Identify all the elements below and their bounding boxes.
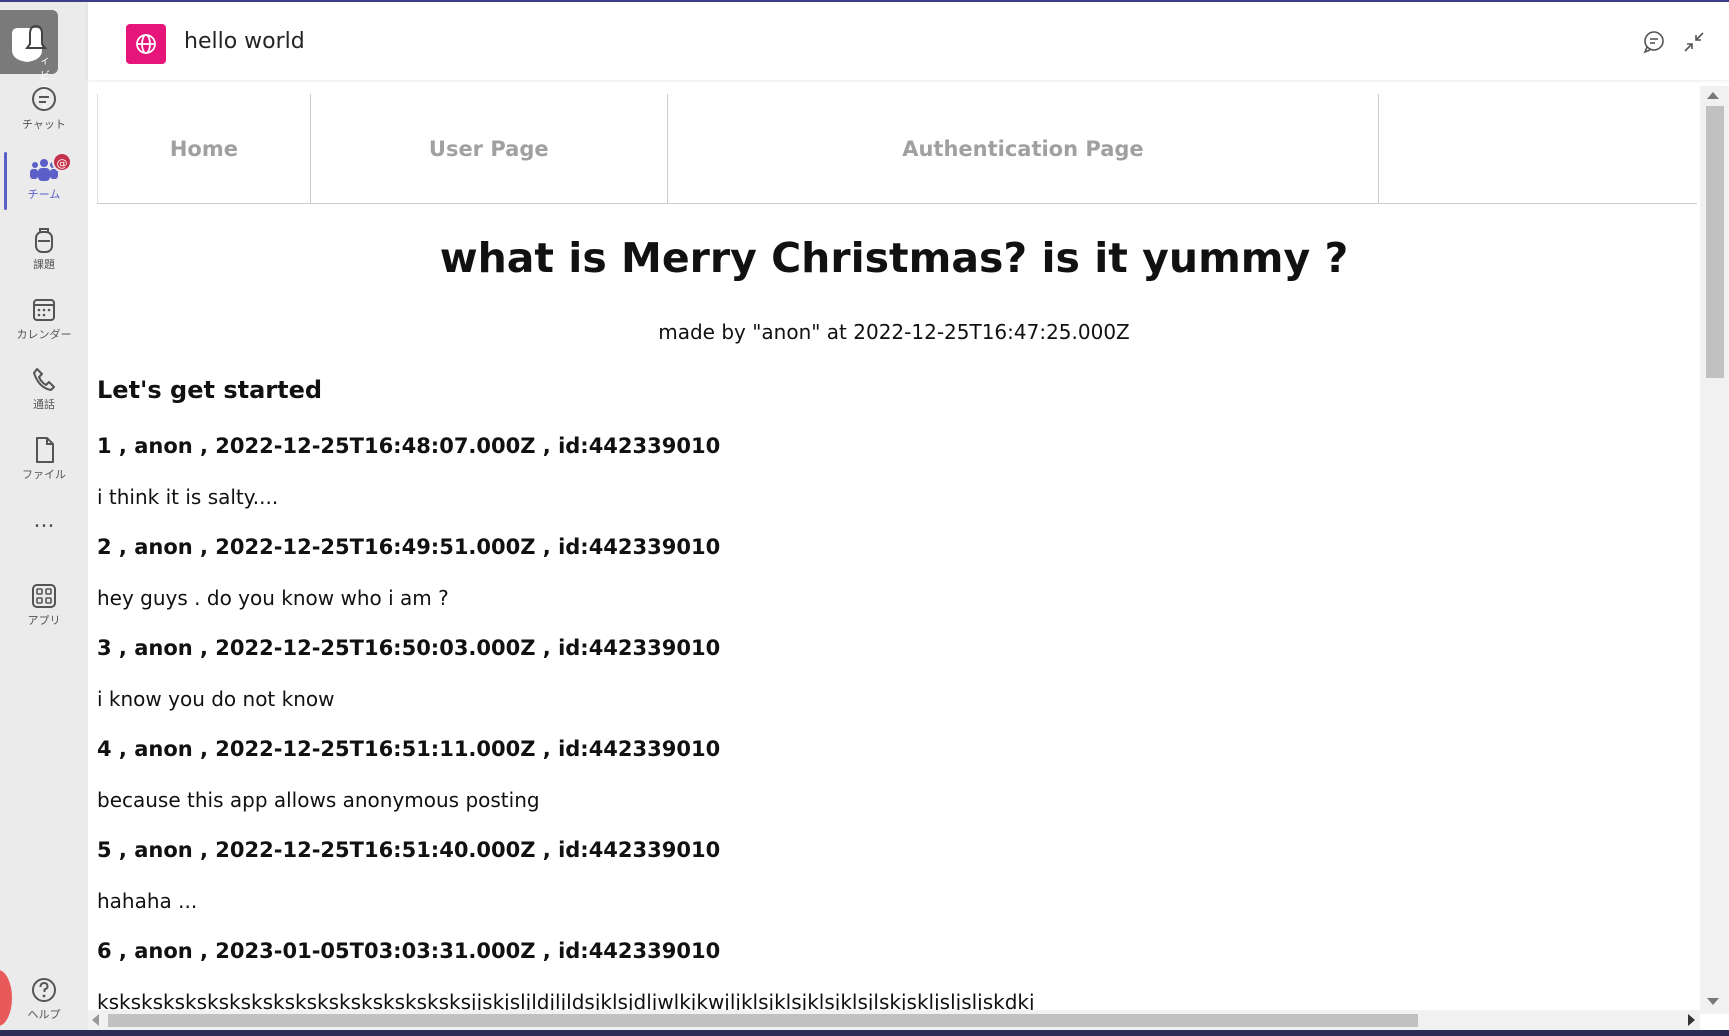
chat-bubble-icon (1643, 31, 1664, 54)
rail-item-apps[interactable]: アプリ (0, 574, 88, 640)
post-body: because this app allows anonymous postin… (97, 788, 540, 812)
post-header: 4 , anon , 2022-12-25T16:51:11.000Z , id… (97, 737, 721, 761)
app-logo (126, 24, 166, 64)
post-header: 3 , anon , 2022-12-25T16:50:03.000Z , id… (97, 636, 721, 660)
taskbar-edge (0, 1030, 1729, 1036)
horizontal-scrollbar[interactable] (88, 1010, 1700, 1030)
vertical-scrollbar[interactable] (1700, 86, 1729, 1014)
collapse-icon (1684, 32, 1704, 52)
section-heading: Let's get started (97, 376, 323, 404)
rail-label-files: ファイル (22, 468, 66, 481)
post-body: hey guys . do you know who i am ? (97, 586, 449, 610)
rail-label-teams: チーム (27, 188, 61, 201)
mention-badge: @ (52, 152, 72, 172)
phone-icon (33, 368, 55, 391)
post-header: 1 , anon , 2022-12-25T16:48:07.000Z , id… (97, 434, 721, 458)
backpack-icon (35, 228, 53, 253)
nav-authentication-page[interactable]: Authentication Page (668, 94, 1380, 204)
app-title: hello world (184, 29, 305, 54)
nav-empty (1379, 94, 1697, 204)
more-icon: ... (33, 508, 55, 533)
file-icon (36, 437, 54, 463)
rail-label-apps: アプリ (27, 614, 61, 627)
horizontal-scroll-thumb[interactable] (108, 1014, 1418, 1027)
post-header: 6 , anon , 2023-01-05T03:03:31.000Z , id… (97, 939, 721, 963)
apps-icon (32, 584, 56, 608)
scroll-left-arrow[interactable] (92, 1014, 99, 1026)
calendar-icon (33, 299, 55, 321)
rail-item-help[interactable]: ヘルプ (0, 968, 88, 1034)
rail-item-teams[interactable]: チーム (0, 148, 88, 214)
scroll-up-arrow[interactable] (1707, 92, 1719, 99)
collapse-button[interactable] (1680, 28, 1708, 56)
rail-label-calendar: カレンダー (16, 328, 72, 341)
post-header: 2 , anon , 2022-12-25T16:49:51.000Z , id… (97, 535, 721, 559)
scroll-down-arrow[interactable] (1707, 998, 1719, 1005)
page-title: what is Merry Christmas? is it yummy ? (439, 234, 1349, 282)
post-body: i think it is salty.... (97, 485, 279, 509)
top-nav: Home User Page Authentication Page (97, 94, 1697, 204)
byline: made by "anon" at 2022-12-25T16:47:25.00… (658, 320, 1130, 344)
globe-icon (136, 34, 156, 54)
post-body: i know you do not know (97, 687, 335, 711)
rail-item-calendar[interactable]: カレンダー (0, 288, 88, 354)
post-body: hahaha ... (97, 889, 198, 913)
rail-label-assignments: 課題 (33, 258, 55, 271)
page-content: Home User Page Authentication Page what … (88, 86, 1700, 1014)
help-icon (32, 978, 56, 1002)
rail-item-assignments[interactable]: 課題 (0, 218, 88, 284)
scroll-right-arrow[interactable] (1688, 1014, 1695, 1026)
rail-item-files[interactable]: ファイル (0, 428, 88, 494)
vertical-scroll-thumb[interactable] (1706, 106, 1724, 378)
chat-button[interactable] (1640, 28, 1668, 56)
rail-label-help: ヘルプ (27, 1008, 61, 1021)
app-header: hello world (88, 2, 1729, 80)
app-rail: ィビティ チャット チーム @ 課題 カレンダー 通話 ファイル ... アプリ… (0, 2, 88, 1030)
post-header: 5 , anon , 2022-12-25T16:51:40.000Z , id… (97, 838, 721, 862)
app-area: hello world Home User Page Authenticatio… (88, 2, 1729, 1030)
activity-button[interactable]: ィビティ (0, 10, 58, 112)
rail-item-calls[interactable]: 通話 (0, 358, 88, 424)
nav-user-page[interactable]: User Page (311, 94, 668, 204)
rail-label-chat: チャット (22, 118, 66, 131)
rail-item-chat[interactable]: チャット (0, 78, 88, 144)
chat-icon (32, 87, 56, 111)
rail-label-calls: 通話 (33, 398, 55, 411)
nav-home[interactable]: Home (98, 94, 311, 204)
more-apps-button[interactable]: ... (0, 508, 88, 538)
